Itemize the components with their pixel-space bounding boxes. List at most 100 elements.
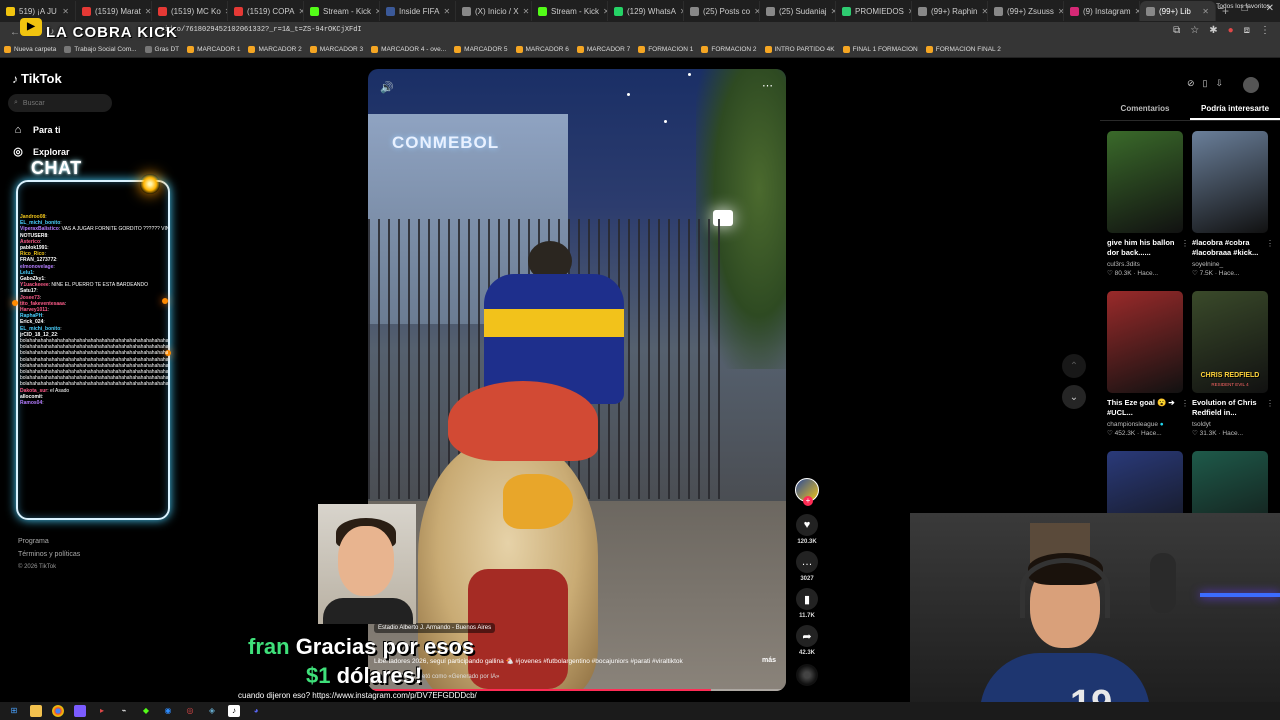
pin-icon[interactable]: ⌁ xyxy=(118,705,130,717)
recommended-video-card[interactable]: #lacobra #cobra #lacobraaa #kick... soyel… xyxy=(1192,131,1274,277)
windows-start-icon[interactable]: ⊞ xyxy=(8,705,20,717)
file-explorer-icon[interactable] xyxy=(30,705,42,717)
close-tab-icon[interactable]: ✕ xyxy=(145,7,151,16)
music-disc-icon[interactable] xyxy=(796,664,818,686)
chat-username[interactable]: tito_fakeventesaaa xyxy=(20,301,65,307)
chat-username[interactable]: FRAN_1273772 xyxy=(20,257,56,263)
chat-username[interactable]: ViperaxBalistico xyxy=(20,226,59,232)
close-tab-icon[interactable]: ✕ xyxy=(62,7,69,16)
close-tab-icon[interactable]: ✕ xyxy=(523,7,530,16)
tiktok-logo[interactable]: ♪ TikTok xyxy=(12,71,62,86)
card-options-icon[interactable]: ⋮ xyxy=(1266,239,1274,248)
browser-tab[interactable]: PROMIEDOS✕ xyxy=(836,1,912,21)
creator-avatar[interactable]: + xyxy=(795,478,819,506)
chat-username[interactable]: RaphaPH xyxy=(20,313,42,319)
bookmark-item[interactable]: INTRO PARTIDO 4K xyxy=(764,46,835,53)
card-title[interactable]: This Eze goal 😮 ➔ #UCL... xyxy=(1107,398,1183,420)
close-tab-icon[interactable]: ✕ xyxy=(443,7,450,16)
menu-icon[interactable]: ⋮ xyxy=(1260,25,1270,36)
card-title[interactable]: Evolution of Chris Redfield in... xyxy=(1192,398,1268,420)
bookmark-item[interactable]: MARCADOR 5 xyxy=(454,46,508,53)
volume-icon[interactable]: 🔊 xyxy=(380,81,394,94)
bookmark-item[interactable]: MARCADOR 1 xyxy=(187,46,240,53)
footer-link-terminos[interactable]: Términos y políticas xyxy=(18,548,80,561)
footer-link-programa[interactable]: Programa xyxy=(18,535,80,548)
chat-username[interactable]: Asterico xyxy=(20,239,40,245)
chat-username[interactable]: NOTUSER8 xyxy=(20,233,47,239)
url-input[interactable]: video/7618029452102061332?_r=1&_t=ZS-94r… xyxy=(160,26,362,34)
browser-tab[interactable]: (9) Instagram✕ xyxy=(1064,1,1140,21)
bookmark-item[interactable]: FORMACION FINAL 2 xyxy=(925,46,1001,53)
recommended-video-card[interactable]: This Eze goal 😮 ➔ #UCL... championsleague… xyxy=(1107,291,1189,437)
caption-more-link[interactable]: más xyxy=(762,657,776,664)
card-author[interactable]: tsoldyt xyxy=(1192,421,1211,428)
chat-username[interactable]: Josee73 xyxy=(20,295,40,301)
chat-username[interactable]: GaboZky1 xyxy=(20,276,44,282)
bookmark-item[interactable]: MARCADOR 3 xyxy=(309,46,363,53)
browser-tab[interactable]: (129) WhatsA✕ xyxy=(608,1,684,21)
record-icon[interactable]: ● xyxy=(1228,25,1234,36)
nav-item-explorar[interactable]: ◎ Explorar xyxy=(12,146,69,158)
bookmark-item[interactable]: MARCADOR 6 xyxy=(515,46,569,53)
card-options-icon[interactable]: ⋮ xyxy=(1181,399,1189,408)
card-title[interactable]: #lacobra #cobra #lacobraaa #kick... xyxy=(1192,238,1268,260)
all-bookmarks[interactable]: Todos los favoritos xyxy=(1216,3,1270,10)
chrome-icon[interactable] xyxy=(52,705,64,717)
comment-button[interactable]: … 3027 xyxy=(794,551,820,582)
video-thumbnail[interactable] xyxy=(1192,131,1268,233)
chat-username[interactable]: EL_michi_bonito xyxy=(20,220,60,226)
nav-item-para-ti[interactable]: ⌂ Para ti xyxy=(12,124,61,136)
video-thumbnail[interactable] xyxy=(1107,131,1183,233)
browser-taskbar-icon[interactable]: ◉ xyxy=(162,705,174,717)
search-input[interactable]: ⌕ Buscar xyxy=(8,94,112,112)
download-icon[interactable]: ⇩ xyxy=(1216,78,1224,89)
follow-plus-icon[interactable]: + xyxy=(803,496,813,506)
discord-icon[interactable]: ◕ xyxy=(250,705,262,717)
chat-username[interactable]: Satu17 xyxy=(20,288,36,294)
chat-username[interactable]: Harvey1011 xyxy=(20,307,48,313)
chat-username[interactable]: Jandroo08 xyxy=(20,214,45,220)
bookmark-item[interactable]: FORMACION 1 xyxy=(638,46,693,53)
puzzle-icon[interactable]: ⧈ xyxy=(1244,25,1250,36)
obs-icon[interactable]: ◎ xyxy=(184,705,196,717)
tab-podria-interesarte[interactable]: Podría interesarte xyxy=(1190,100,1280,120)
bookmark-item[interactable]: Nueva carpeta xyxy=(4,46,56,53)
video-thumbnail[interactable] xyxy=(1107,291,1183,393)
browser-tab[interactable]: (1519) Marat ✕ xyxy=(76,1,152,21)
link-icon[interactable]: ⊘ xyxy=(1187,78,1195,89)
save-button[interactable]: ▮ 11.7K xyxy=(794,588,820,619)
screenshot-icon[interactable]: ⧉ xyxy=(1173,25,1180,36)
chat-username[interactable]: Ramos04 xyxy=(20,400,42,406)
browser-tab[interactable]: (99+) Zsuuss ✕ xyxy=(988,1,1064,21)
chat-username[interactable]: jrCID_18_12_22 xyxy=(20,332,57,338)
bookmark-item[interactable]: Trabajo Social Com... xyxy=(64,46,137,53)
device-icon[interactable]: ▯ xyxy=(1203,78,1208,89)
chat-username[interactable]: elmonovelage xyxy=(20,264,53,270)
share-button[interactable]: ➦ 42.3K xyxy=(794,625,820,656)
card-options-icon[interactable]: ⋮ xyxy=(1266,399,1274,408)
tab-comentarios[interactable]: Comentarios xyxy=(1100,100,1190,120)
card-author[interactable]: cul3rs.3dits xyxy=(1107,261,1140,268)
profile-avatar[interactable] xyxy=(1243,77,1259,93)
chat-username[interactable]: Y1uackeeee xyxy=(20,282,49,288)
browser-tab[interactable]: Stream - Kick✕ xyxy=(304,1,380,21)
card-options-icon[interactable]: ⋮ xyxy=(1181,239,1189,248)
tiktok-taskbar-icon[interactable]: ♪ xyxy=(228,705,240,717)
card-author[interactable]: championsleague xyxy=(1107,421,1158,428)
chat-username[interactable]: Dakota_sur xyxy=(20,388,47,394)
browser-tab[interactable]: (99+) Raphin ✕ xyxy=(912,1,988,21)
like-button[interactable]: ♥ 120.3K xyxy=(794,514,820,545)
more-options-icon[interactable]: ⋯ xyxy=(762,79,774,92)
kick-taskbar-icon[interactable]: ◆ xyxy=(140,705,152,717)
chat-username[interactable]: Rico_Rico xyxy=(20,251,44,257)
recommended-video-card[interactable]: CHRIS REDFIELD RESIDENT EVIL 4 Evolution o… xyxy=(1192,291,1274,437)
browser-tab[interactable]: (25) Posts co✕ xyxy=(684,1,760,21)
browser-tab[interactable]: (25) Sudaniaj✕ xyxy=(760,1,836,21)
browser-tab[interactable]: (99+) Lib ✕ xyxy=(1140,1,1216,21)
chat-username[interactable]: Erick_024 xyxy=(20,319,43,325)
recommended-video-card[interactable]: give him his ballon dor back...... cul3rs… xyxy=(1107,131,1189,277)
browser-tab[interactable]: (1519) MC Ko✕ xyxy=(152,1,228,21)
back-icon[interactable]: ← xyxy=(10,27,20,38)
chat-username[interactable]: allocomit xyxy=(20,394,42,400)
app-icon[interactable] xyxy=(74,705,86,717)
